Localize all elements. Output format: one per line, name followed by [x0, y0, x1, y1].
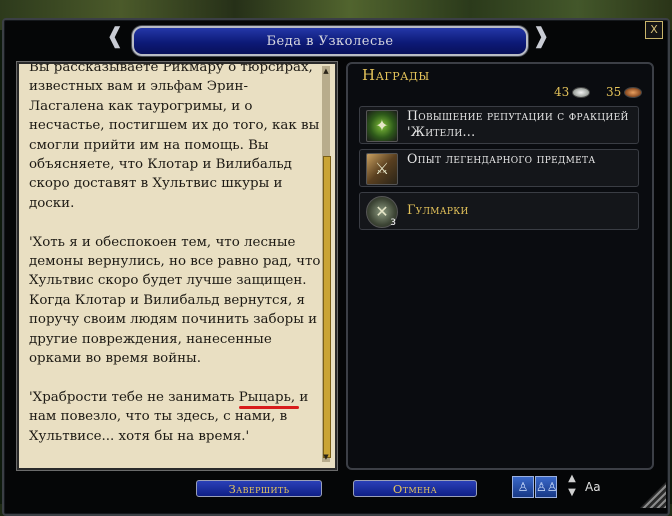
close-button[interactable]: X: [645, 21, 663, 39]
scroll-down-arrow-icon[interactable]: ▼: [322, 452, 330, 462]
quest-paragraph: 'Хоть я и обеспокоен тем, что лесные дем…: [29, 234, 321, 367]
reward-label: Опыт легендарного предмета: [407, 151, 596, 166]
reward-item-legendary-xp[interactable]: ⚔ Опыт легендарного предмета: [359, 149, 639, 187]
reward-label: Повышение репутации с фракцией 'Жители..…: [407, 108, 629, 139]
copper-amount: 35: [606, 85, 622, 99]
reward-item-reputation[interactable]: ✦ Повышение репутации с фракцией 'Жители…: [359, 106, 639, 144]
quest-text-panel[interactable]: Вы рассказываете Рикмару о тюрсирах, изв…: [17, 62, 337, 470]
weapon-icon: ⚔: [374, 159, 390, 178]
cancel-button[interactable]: Отмена: [353, 480, 477, 497]
complete-button[interactable]: Завершить: [196, 480, 322, 497]
rewards-title: Награды: [362, 66, 430, 84]
scroll-thumb[interactable]: [323, 156, 331, 458]
silver-amount: 43: [554, 85, 570, 99]
rewards-panel: Награды 43 35 ✦ Повышение репутации с фр…: [346, 62, 654, 470]
star-icon: ✦: [375, 116, 389, 135]
title-ornament-left: ❰: [105, 24, 125, 49]
quest-text-fragment: 'Храбрости тебе не занимать: [29, 389, 239, 405]
title-ornament-right: ❱: [531, 24, 551, 49]
copper-reward: 35: [606, 82, 643, 102]
quest-paragraph: Вы рассказываете Рикмару о тюрсирах, изв…: [29, 62, 320, 211]
legendary-item-icon: ⚔: [366, 153, 398, 185]
font-size-arrows-icon[interactable]: ▲ ▼: [565, 472, 579, 502]
scroll-up-arrow-icon[interactable]: ▲: [322, 66, 330, 76]
copper-coin-icon: [624, 86, 643, 98]
reputation-icon: ✦: [366, 110, 398, 142]
single-portrait-icon[interactable]: ♙: [512, 476, 534, 498]
quest-paragraph-last: 'Храбрости тебе не занимать Рыцарь, и на…: [29, 388, 321, 446]
silver-coin-icon: [572, 86, 591, 98]
quest-title-bar[interactable]: Беда в Узколесье: [132, 26, 528, 56]
reward-label: Гулмарки: [407, 202, 469, 217]
silver-reward: 43: [554, 82, 591, 102]
quest-text-scrollbar[interactable]: ▲ ▼: [322, 66, 331, 462]
group-portrait-icon[interactable]: ♙♙: [535, 476, 558, 498]
quest-title: Беда в Узколесье: [266, 33, 394, 49]
font-size-label[interactable]: Aa: [585, 480, 601, 494]
player-class-highlight: Рыцарь: [238, 389, 291, 405]
reward-count: 3: [390, 218, 396, 228]
reward-item-gulmarks[interactable]: ✕ 3 Гулмарки: [359, 192, 639, 230]
gulmark-icon: ✕ 3: [366, 196, 398, 228]
quest-text-content: Вы рассказываете Рикмару о тюрсирах, изв…: [29, 62, 321, 465]
